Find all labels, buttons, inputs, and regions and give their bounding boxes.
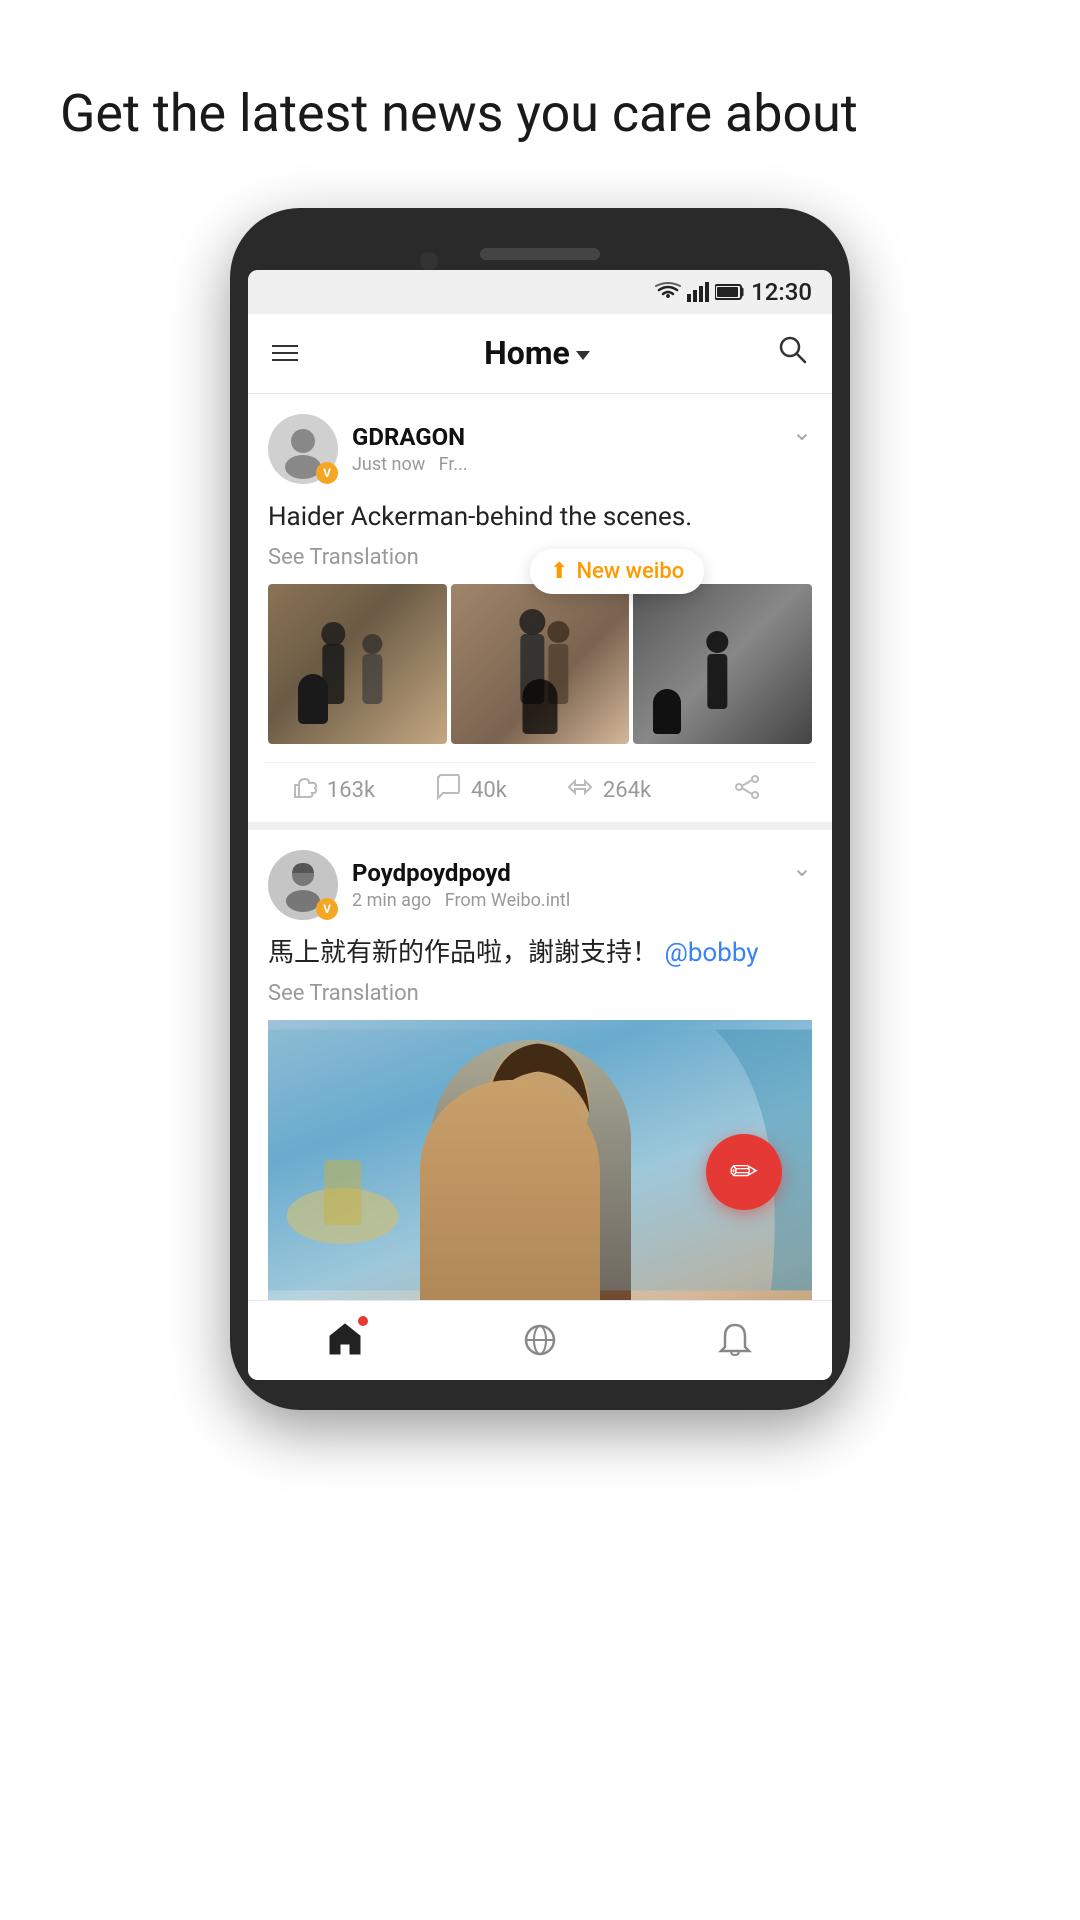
home-notification-dot [358, 1316, 368, 1326]
phone-mockup: 12:30 Home [230, 208, 850, 1410]
post-user-details-2: Poydpoydpoyd 2 min ago From Weibo.intl [352, 859, 570, 911]
bottom-nav [248, 1300, 832, 1380]
status-bar: 12:30 [248, 270, 832, 314]
new-weibo-label: New weibo [576, 559, 684, 584]
nav-notifications[interactable] [637, 1321, 832, 1359]
phone-screen: 12:30 Home [248, 270, 832, 1380]
post-meta: Just now Fr... [352, 454, 468, 475]
vip-badge-2: V [316, 898, 338, 920]
battery-icon [715, 283, 745, 301]
post-text-2: 馬上就有新的作品啦，謝謝支持！ [268, 938, 658, 968]
comment-count: 40k [471, 778, 507, 803]
nav-title[interactable]: Home [484, 334, 590, 372]
home-icon [326, 1320, 364, 1356]
post-user-info-2: V Poydpoydpoyd 2 min ago From Weibo.intl [268, 850, 570, 920]
phone-speaker [480, 248, 600, 260]
post-source: Fr... [439, 454, 468, 475]
phone-outer: 12:30 Home [230, 208, 850, 1410]
post-image-3[interactable] [633, 584, 812, 744]
post-actions: 163k 40k [264, 762, 816, 822]
nav-title-text: Home [484, 334, 570, 372]
nav-discover[interactable] [443, 1321, 638, 1359]
post-options-button-2[interactable]: ⌄ [792, 854, 812, 882]
notification-icon [717, 1321, 753, 1359]
new-weibo-toast[interactable]: ⬆ New weibo [530, 549, 704, 594]
post-time: Just now [352, 454, 425, 475]
share-button[interactable] [678, 773, 816, 808]
repost-count: 264k [603, 778, 651, 803]
post-content: Haider Ackerman-behind the scenes. [268, 498, 812, 537]
post-meta-2: 2 min ago From Weibo.intl [352, 890, 570, 911]
post-user-details: GDRAGON Just now Fr... [352, 423, 468, 475]
like-icon [291, 773, 319, 808]
avatar[interactable]: V [268, 414, 338, 484]
chevron-down-icon [576, 351, 590, 360]
vip-badge: V [316, 462, 338, 484]
new-weibo-arrow-icon: ⬆ [550, 559, 568, 584]
post-image-1[interactable] [268, 584, 447, 744]
like-button[interactable]: 163k [264, 773, 402, 808]
signal-icon [687, 282, 709, 302]
status-time: 12:30 [751, 278, 812, 306]
post-header: V GDRAGON Just now Fr... [268, 414, 812, 484]
nav-home[interactable] [248, 1320, 443, 1360]
feed: V GDRAGON Just now Fr... [248, 394, 832, 1300]
comment-button[interactable]: 40k [402, 773, 540, 808]
post-source-2: From Weibo.intl [445, 890, 570, 911]
see-translation-button-2[interactable]: See Translation [268, 981, 812, 1006]
post-time-2: 2 min ago [352, 890, 431, 911]
post-options-button[interactable]: ⌄ [792, 418, 812, 446]
share-icon [733, 773, 761, 808]
menu-button[interactable] [272, 345, 298, 361]
compose-icon: ✏ [730, 1152, 759, 1192]
phone-camera [420, 252, 438, 270]
home-icon-wrap [326, 1320, 364, 1360]
like-count: 163k [327, 778, 375, 803]
repost-button[interactable]: 264k [540, 773, 678, 808]
post-header-2: V Poydpoydpoyd 2 min ago From Weibo.intl [268, 850, 812, 920]
repost-icon [567, 773, 595, 808]
status-icons: 12:30 [655, 278, 812, 306]
discover-icon [521, 1321, 559, 1359]
search-button[interactable] [776, 333, 808, 373]
post-user-info: V GDRAGON Just now Fr... [268, 414, 468, 484]
post-mention[interactable]: @bobby [664, 938, 758, 968]
comment-icon [435, 773, 463, 808]
page-headline: Get the latest news you care about [0, 0, 1080, 208]
compose-fab[interactable]: ✏ [706, 1134, 782, 1210]
feed-wrapper: ⬆ New weibo [248, 394, 832, 1300]
top-nav: Home [248, 314, 832, 394]
post-username: GDRAGON [352, 423, 468, 451]
post-image-2[interactable] [451, 584, 630, 744]
post-card: V GDRAGON Just now Fr... [248, 394, 832, 830]
avatar-2[interactable]: V [268, 850, 338, 920]
post-username-2: Poydpoydpoyd [352, 859, 570, 887]
post-image-grid [268, 584, 812, 744]
wifi-icon [655, 282, 681, 302]
post-content-2: 馬上就有新的作品啦，謝謝支持！ @bobby [268, 934, 812, 973]
post-card-2: V Poydpoydpoyd 2 min ago From Weibo.intl [248, 830, 832, 1300]
